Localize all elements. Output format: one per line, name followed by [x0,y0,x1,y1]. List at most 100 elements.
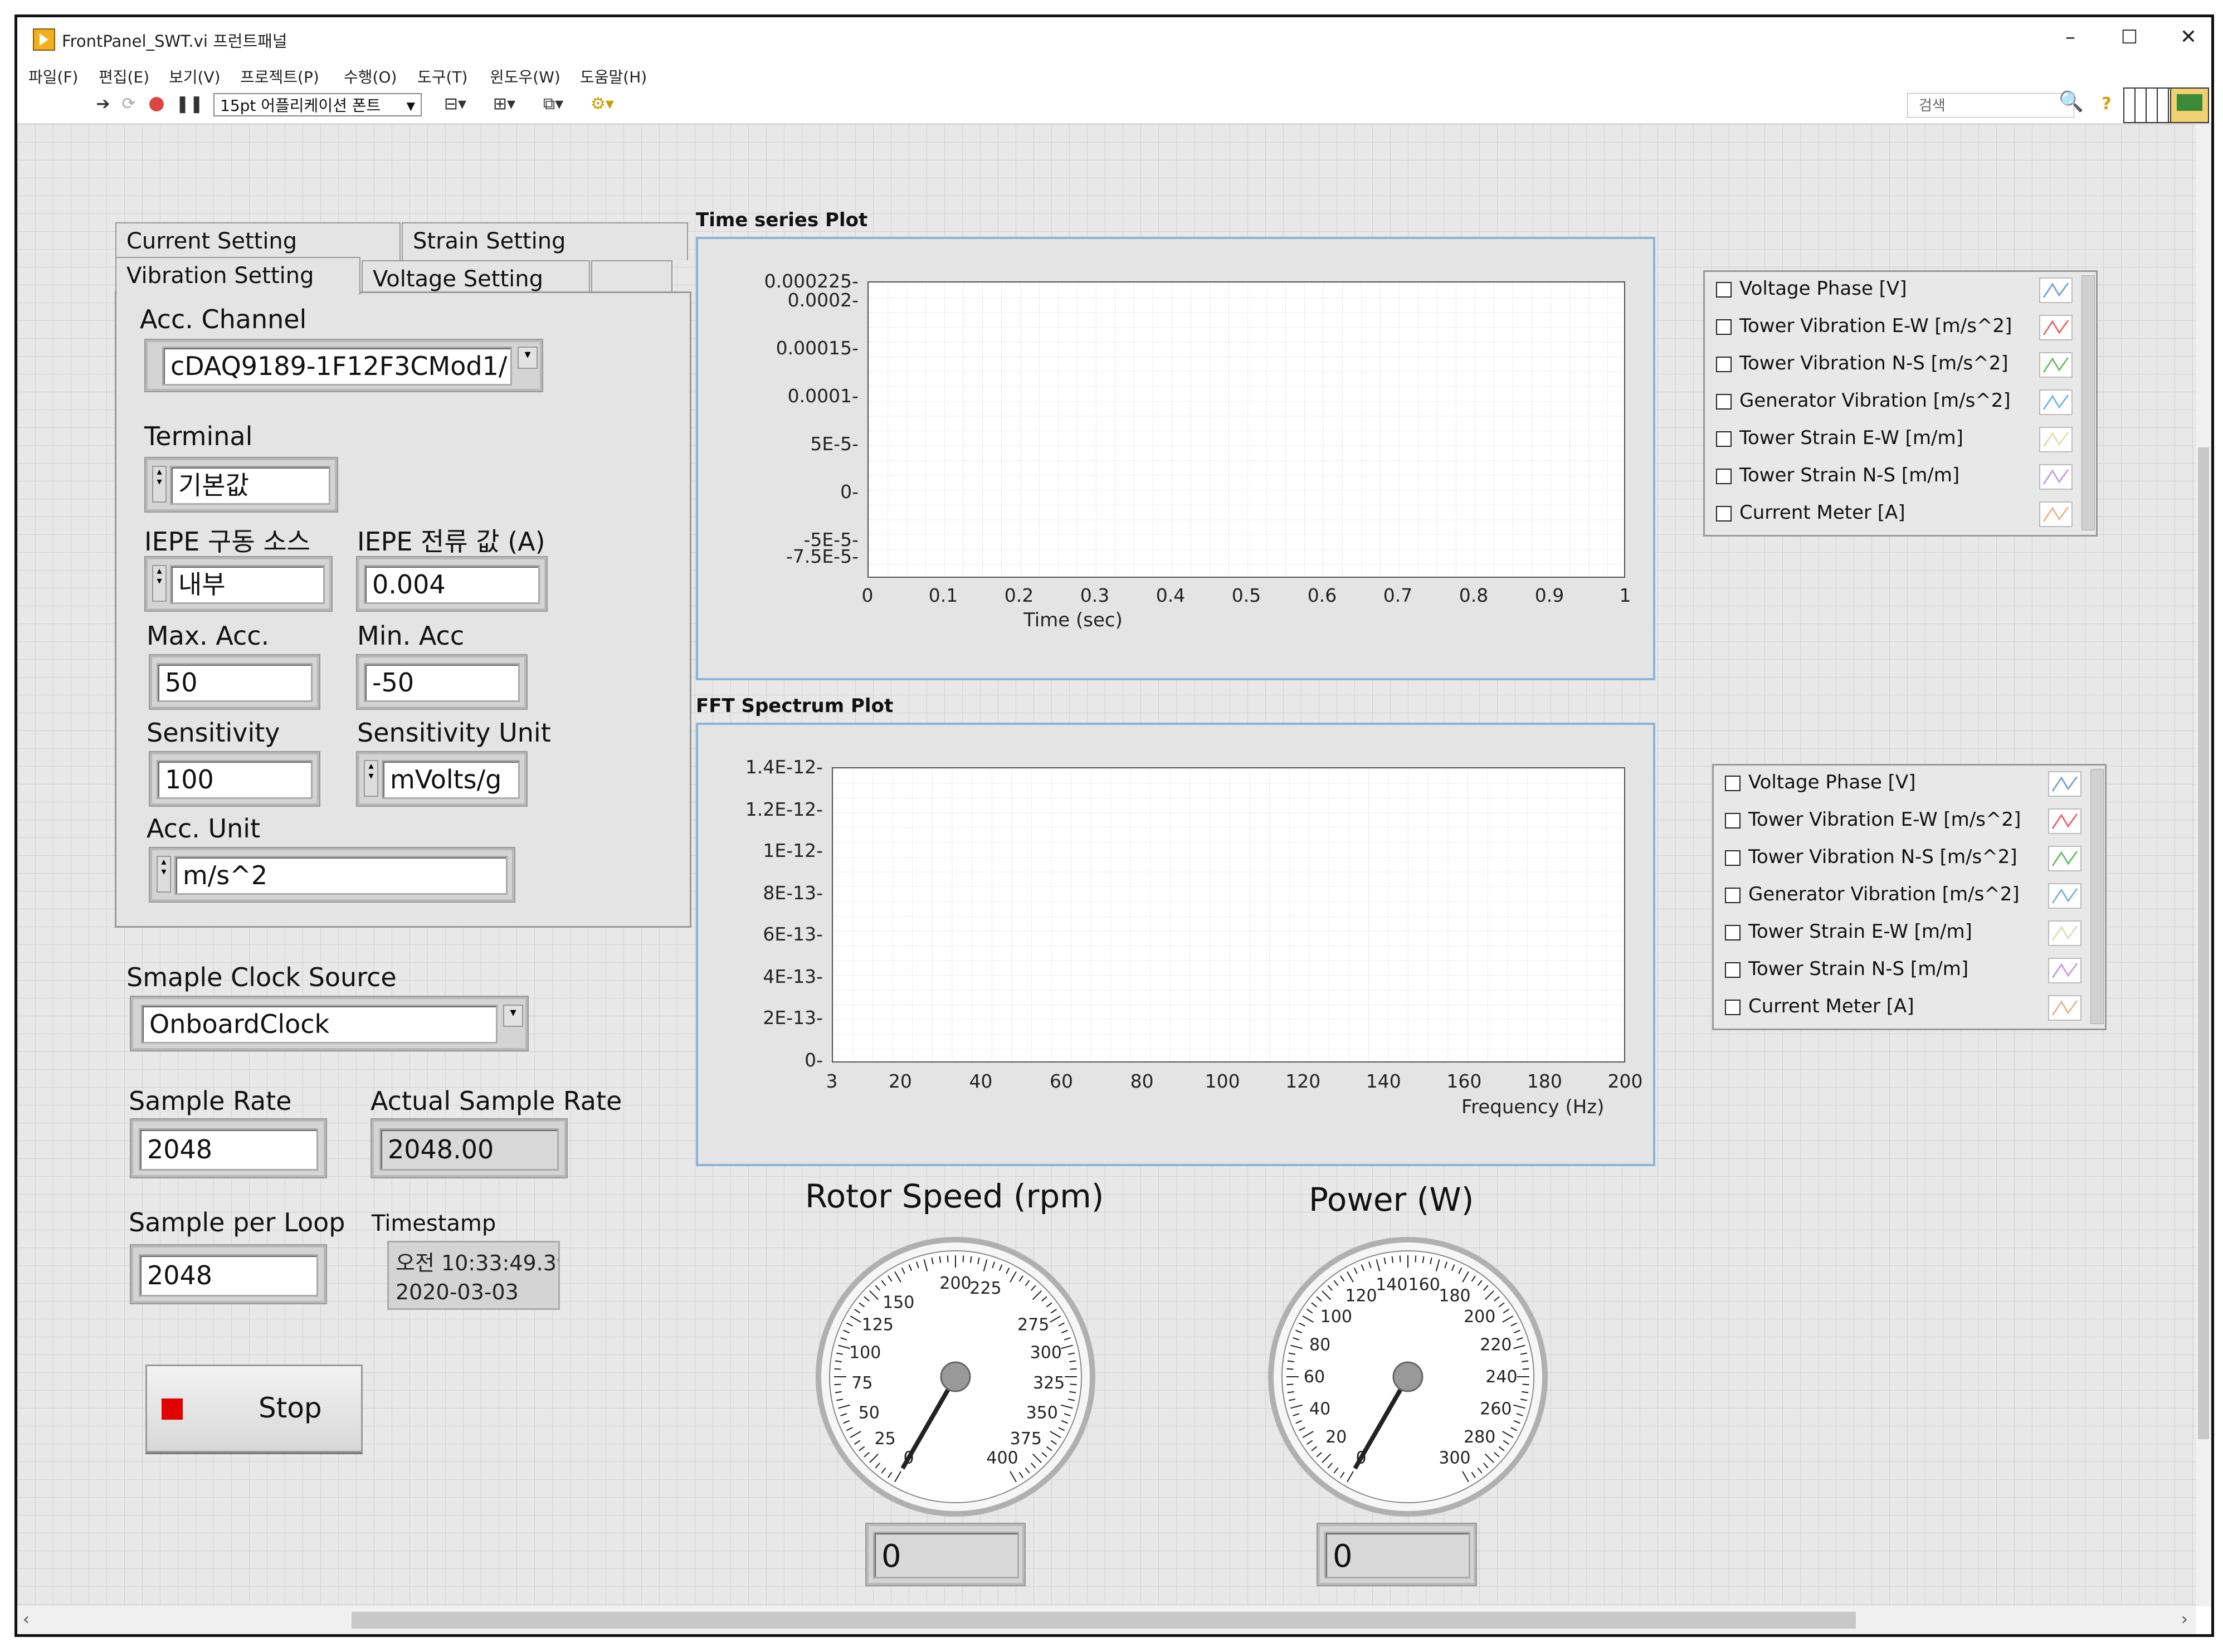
acc-unit-field[interactable]: m/s^2 [174,856,508,895]
tab-strain-setting[interactable]: Strain Setting [402,222,688,260]
legend-item[interactable]: Voltage Phase [V] [1725,771,1915,805]
menu-edit[interactable]: 편집(E) [99,65,149,87]
fft-plot-legend[interactable]: Voltage Phase [V] Tower Vibration E-W [m/… [1712,764,2107,1030]
sample-rate-field[interactable]: 2048 [139,1128,318,1171]
iepe-current-field[interactable]: 0.004 [364,565,540,604]
legend-swatch[interactable] [2048,808,2081,834]
help-icon[interactable]: ? [2098,95,2115,113]
checkbox[interactable] [1725,962,1741,978]
legend-swatch[interactable] [2048,883,2081,909]
min-acc-field[interactable]: -50 [364,663,520,702]
checkbox[interactable] [1725,887,1741,903]
legend-item[interactable]: Tower Vibration E-W [m/s^2] [1716,315,2012,348]
run-arrow-icon[interactable]: ➔ [94,95,112,113]
menu-view[interactable]: 보기(V) [169,65,221,87]
pause-icon[interactable]: ❚❚ [176,95,203,113]
checkbox[interactable] [1725,812,1741,829]
menu-window[interactable]: 윈도우(W) [490,65,560,87]
checkbox[interactable] [1716,393,1732,410]
align-objects-icon[interactable]: ⊟▾ [438,95,472,113]
chevron-down-icon[interactable]: ▾ [503,1005,523,1027]
legend-swatch[interactable] [2048,920,2081,946]
connector-pane-icon[interactable] [2123,87,2171,123]
time-series-plot[interactable]: 0.000225- 0.0002- 0.00015- 0.0001- 5E-5- 0- -5… [696,237,1655,680]
checkbox[interactable] [1725,775,1741,791]
checkbox[interactable] [1716,505,1732,522]
legend-scrollbar[interactable] [2090,769,2104,1024]
horizontal-scroll-thumb[interactable] [352,1612,1856,1629]
legend-swatch[interactable] [2039,389,2073,415]
checkbox[interactable] [1725,999,1741,1015]
terminal-control[interactable]: ▴ ▾ 기본값 [145,458,337,511]
legend-swatch[interactable] [2039,501,2073,527]
chevron-down-icon[interactable]: ▾ [518,347,538,369]
legend-swatch[interactable] [2048,958,2081,983]
scroll-right-icon[interactable]: › [2181,1610,2188,1629]
acc-channel-control[interactable]: cDAQ9189-1F12F3CMod1/ ▾ [145,340,542,391]
vertical-scrollbar[interactable] [2196,124,2211,1606]
legend-item[interactable]: Tower Strain E-W [m/m] [1725,920,1972,954]
legend-item[interactable]: Tower Strain N-S [m/m] [1725,958,1968,991]
spinner-arrows-icon[interactable]: ▴ ▾ [152,466,167,503]
spinner-arrows-icon[interactable]: ▴ ▾ [364,760,378,797]
legend-item[interactable]: Voltage Phase [V] [1716,277,1907,311]
fft-plot-area[interactable] [832,767,1625,1063]
search-input[interactable]: 검색 [1907,93,2074,118]
min-acc-control[interactable]: -50 [357,655,526,709]
sample-rate-control[interactable]: 2048 [131,1119,326,1177]
time-plot-legend[interactable]: Voltage Phase [V] Tower Vibration E-W [m/… [1703,270,2098,537]
terminal-field[interactable]: 기본값 [170,466,330,505]
legend-swatch[interactable] [2048,846,2081,871]
legend-item[interactable]: Tower Vibration N-S [m/s^2] [1716,352,2008,386]
legend-item[interactable]: Tower Vibration N-S [m/s^2] [1725,846,2017,879]
legend-swatch[interactable] [2039,315,2073,340]
scroll-left-icon[interactable]: ‹ [23,1610,30,1629]
legend-swatch[interactable] [2048,771,2081,797]
legend-item[interactable]: Generator Vibration [m/s^2] [1725,883,2020,917]
legend-item[interactable]: Tower Vibration E-W [m/s^2] [1725,808,2021,842]
reorder-icon[interactable]: ⚙▾ [586,95,619,113]
menu-operate[interactable]: 수행(O) [344,65,397,87]
menu-tools[interactable]: 도구(T) [417,65,467,87]
checkbox[interactable] [1725,924,1741,940]
maximize-button[interactable]: ☐ [2104,22,2154,53]
iepe-source-field[interactable]: 내부 [170,565,325,604]
stop-button[interactable]: Stop [145,1365,363,1453]
font-select[interactable]: 15pt 어플리케이션 폰트 ▼ [213,93,422,116]
menu-project[interactable]: 프로젝트(P) [240,65,319,87]
legend-swatch[interactable] [2039,277,2073,303]
checkbox[interactable] [1716,281,1732,298]
sensitivity-control[interactable]: 100 [150,752,319,806]
iepe-current-control[interactable]: 0.004 [357,557,547,611]
menu-file[interactable]: 파일(F) [28,65,78,87]
legend-item[interactable]: Tower Strain N-S [m/m] [1716,464,1959,498]
tab-current-setting[interactable]: Current Setting [115,222,401,260]
acc-unit-control[interactable]: ▴ ▾ m/s^2 [150,848,514,901]
legend-item[interactable]: Tower Strain E-W [m/m] [1716,427,1963,460]
legend-swatch[interactable] [2048,995,2081,1021]
spinner-arrows-icon[interactable]: ▴ ▾ [152,565,167,602]
sensitivity-unit-field[interactable]: mVolts/g [382,760,520,799]
legend-swatch[interactable] [2039,427,2073,452]
resize-objects-icon[interactable]: ⧉▾ [537,95,570,113]
sample-per-loop-control[interactable]: 2048 [131,1245,326,1303]
sample-per-loop-field[interactable]: 2048 [139,1254,318,1297]
legend-item[interactable]: Generator Vibration [m/s^2] [1716,389,2011,423]
max-acc-field[interactable]: 50 [157,663,313,702]
legend-item[interactable]: Current Meter [A] [1716,501,1905,535]
legend-item[interactable]: Current Meter [A] [1725,995,1914,1029]
spinner-arrows-icon[interactable]: ▴ ▾ [157,856,171,893]
checkbox[interactable] [1716,319,1732,335]
distribute-objects-icon[interactable]: ⊞▾ [488,95,521,113]
menu-help[interactable]: 도움말(H) [580,65,647,87]
checkbox[interactable] [1716,356,1732,372]
iepe-source-control[interactable]: ▴ ▾ 내부 [145,557,332,611]
legend-scrollbar[interactable] [2081,275,2095,530]
sample-clock-source-field[interactable]: OnboardClock [141,1005,498,1044]
vertical-scroll-thumb[interactable] [2198,447,2209,1439]
run-continuously-icon[interactable]: ⟳ [120,95,138,113]
legend-swatch[interactable] [2039,352,2073,378]
checkbox[interactable] [1716,431,1732,447]
sensitivity-field[interactable]: 100 [157,760,313,799]
abort-icon[interactable] [148,95,165,113]
